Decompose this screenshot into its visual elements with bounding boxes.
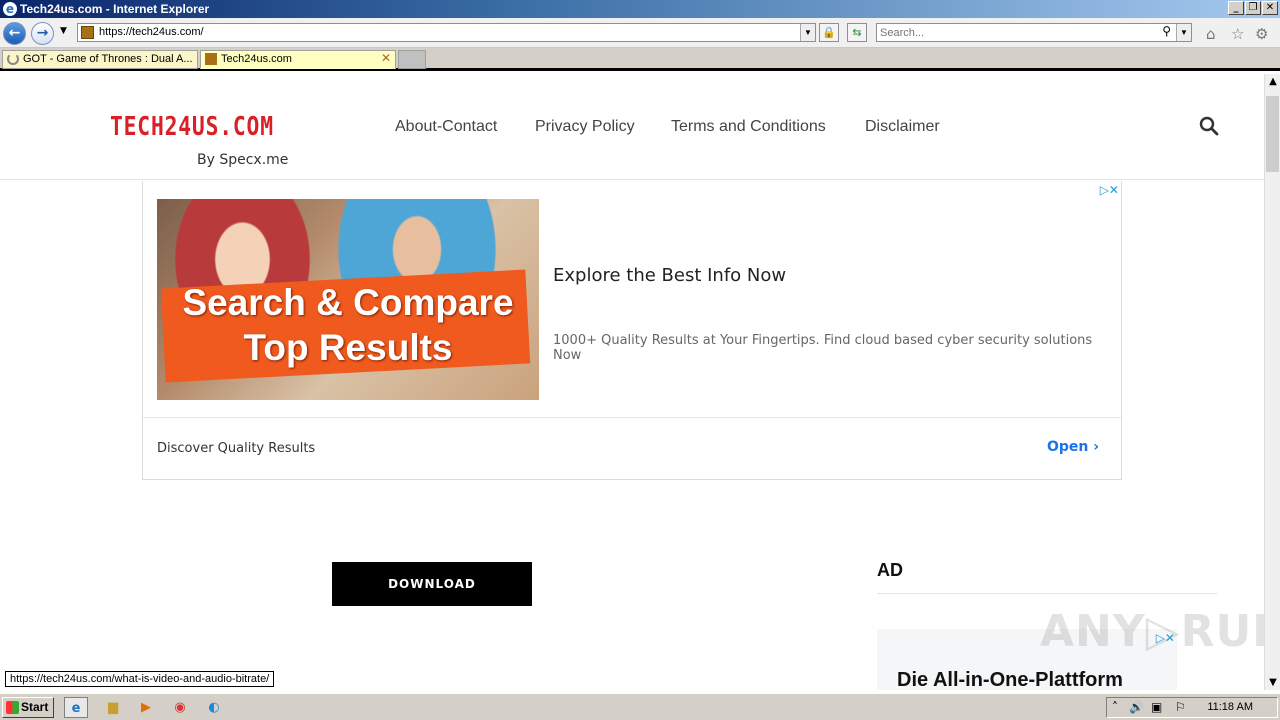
media-player-icon[interactable]: ▶ [134,697,158,718]
tab-tech24us[interactable]: Tech24us.com ✕ [200,50,396,69]
tab-got[interactable]: GOT - Game of Thrones : Dual A... [2,50,198,69]
tab-label: Tech24us.com [221,53,292,65]
address-url[interactable]: https://tech24us.com/ [99,26,204,38]
search-input[interactable] [880,25,1150,40]
clock[interactable]: 11:18 AM [1207,701,1253,713]
site-favicon-icon [205,53,217,65]
tray-expand-icon[interactable]: ˄ [1112,700,1118,714]
taskbar: Start e ▆ ▶ ◉ ◐ ˄ 🔊 ▣ ⚐ 11:18 AM [0,693,1280,720]
maximize-button[interactable]: ❐ [1245,1,1261,15]
scrollbar-thumb[interactable] [1266,96,1279,172]
folder-icon[interactable]: ▆ [101,697,125,718]
minimize-button[interactable]: _ [1228,1,1244,15]
ie-logo-icon: e [3,2,17,16]
ad-footer-text: Discover Quality Results [157,441,316,456]
windows-logo-icon [6,701,19,714]
close-tab-icon[interactable]: ✕ [381,51,391,65]
search-dropdown-icon[interactable]: ▼ [1176,24,1191,41]
status-bar-url: https://tech24us.com/what-is-video-and-a… [5,671,275,687]
new-tab-button[interactable] [398,50,426,69]
ad-description: 1000+ Quality Results at Your Fingertips… [553,333,1093,363]
chevron-right-icon: › [1093,439,1099,455]
chrome-icon[interactable]: ◉ [168,697,192,718]
menu-privacy-policy[interactable]: Privacy Policy [535,118,635,136]
menu-about-contact[interactable]: About-Contact [395,118,497,136]
back-arrow-icon[interactable]: ← [3,22,26,45]
close-button[interactable]: ✕ [1262,1,1278,15]
advertisement-top[interactable]: ▷✕ Search & Compare Top Results Explore … [142,181,1122,480]
tab-label: GOT - Game of Thrones : Dual A... [23,53,193,65]
ad-image[interactable]: Search & Compare Top Results [157,199,539,400]
site-favicon-icon [81,26,94,39]
loading-spinner-icon [7,53,19,65]
scroll-up-icon[interactable]: ▲ [1265,76,1280,87]
tab-strip: GOT - Game of Thrones : Dual A... Tech24… [0,48,1280,71]
favorites-star-icon[interactable]: ☆ [1231,25,1244,43]
start-label: Start [21,700,49,714]
anyrun-watermark: ANY▷RUN [1040,606,1264,657]
scroll-down-icon[interactable]: ▼ [1265,677,1280,688]
forward-arrow-icon[interactable]: → [31,22,54,45]
menu-terms-and-conditions[interactable]: Terms and Conditions [671,118,826,136]
start-button[interactable]: Start [2,697,54,718]
adchoices-icon[interactable]: ▷✕ [1100,183,1119,197]
refresh-icon[interactable]: ⇆ [847,23,867,42]
address-dropdown-icon[interactable]: ▼ [800,24,815,41]
ad-image-line1: Search & Compare [182,282,514,323]
sidebar-divider [877,593,1217,594]
ad-open-label: Open [1046,439,1089,455]
address-bar[interactable]: https://tech24us.com/ ▼ [77,23,816,42]
home-icon[interactable]: ⌂ [1206,25,1216,43]
settings-gear-icon[interactable]: ⚙ [1255,25,1268,43]
lock-icon[interactable]: 🔒 [819,23,839,42]
ad-image-line2: Top Results [243,327,453,368]
download-button[interactable]: DOWNLOAD [332,562,532,606]
window-titlebar: e Tech24us.com - Internet Explorer _ ❐ ✕ [0,0,1280,18]
site-logo-subtitle: By Specx.me [197,152,289,168]
history-dropdown-icon[interactable]: ▼ [60,26,67,36]
ad-open-button[interactable]: Open › [1047,439,1099,455]
search-box[interactable]: ⚲ ▼ [876,23,1192,42]
sidebar-ad-label: AD [877,560,903,580]
sidebar-ad-headline[interactable]: Die All-in-One-Plattform [897,669,1123,690]
volume-icon[interactable]: 🔊 [1129,700,1144,714]
network-icon[interactable]: ▣ [1151,700,1162,714]
web-page: TECH24US.COM By Specx.me About-Contact P… [0,74,1264,690]
site-search-icon[interactable] [1199,116,1219,136]
edge-icon[interactable]: ◐ [202,697,226,718]
ad-headline[interactable]: Explore the Best Info Now [553,265,786,286]
site-header: TECH24US.COM By Specx.me About-Contact P… [0,74,1264,180]
search-icon[interactable]: ⚲ [1162,24,1171,38]
action-center-flag-icon[interactable]: ⚐ [1175,700,1186,714]
navigation-bar: ← → ▼ https://tech24us.com/ ▼ 🔒 ⇆ ⚲ ▼ ⌂ … [0,18,1280,48]
system-tray: ˄ 🔊 ▣ ⚐ 11:18 AM [1106,697,1278,718]
vertical-scrollbar[interactable]: ▲ ▼ [1264,74,1280,690]
ie-taskbar-icon[interactable]: e [64,697,88,718]
window-title: Tech24us.com - Internet Explorer [20,2,210,16]
ad-divider [143,417,1121,418]
menu-disclaimer[interactable]: Disclaimer [865,118,940,136]
site-logo[interactable]: TECH24US.COM [110,112,274,142]
